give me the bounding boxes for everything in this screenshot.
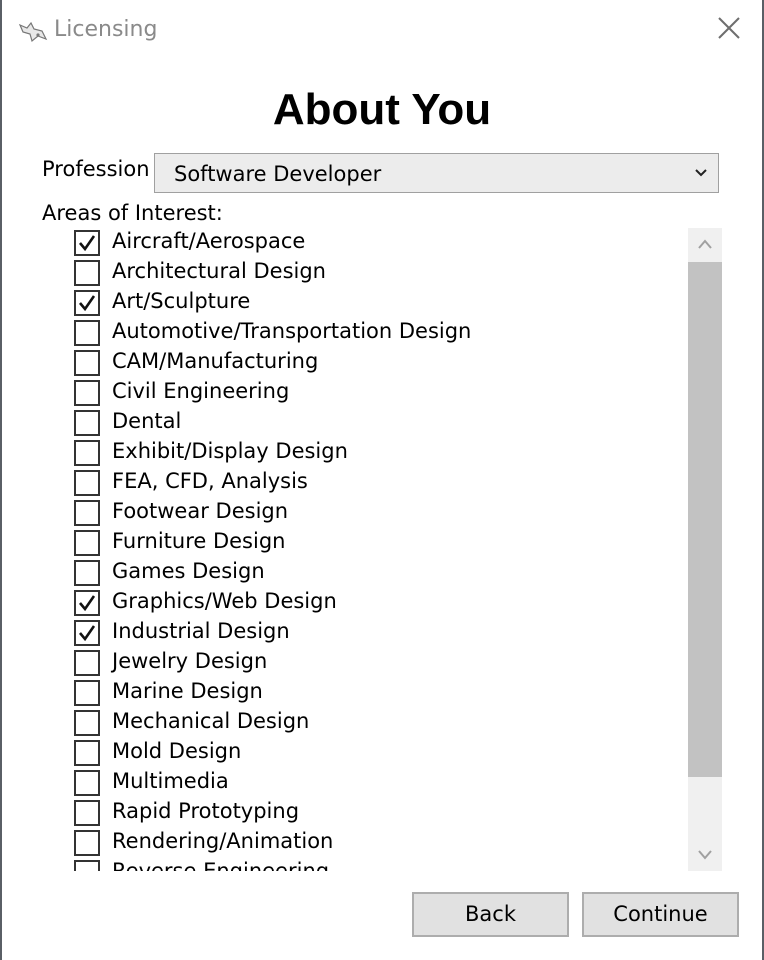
chevron-up-icon: [698, 239, 712, 249]
profession-selected-value: Software Developer: [174, 162, 382, 186]
interest-item[interactable]: Civil Engineering: [70, 378, 670, 408]
continue-button[interactable]: Continue: [582, 892, 739, 937]
interest-checkbox[interactable]: [74, 440, 100, 466]
interest-item[interactable]: Rendering/Animation: [70, 828, 670, 858]
scroll-down-button[interactable]: [688, 839, 722, 871]
scroll-up-button[interactable]: [688, 228, 722, 260]
interest-item[interactable]: Graphics/Web Design: [70, 588, 670, 618]
interest-item[interactable]: Footwear Design: [70, 498, 670, 528]
interest-item[interactable]: Multimedia: [70, 768, 670, 798]
interest-item[interactable]: Automotive/Transportation Design: [70, 318, 670, 348]
interest-item[interactable]: Aircraft/Aerospace: [70, 228, 670, 258]
interest-checkbox[interactable]: [74, 830, 100, 856]
interest-item-label: Dental: [112, 409, 182, 433]
interest-list[interactable]: Aircraft/Aerospace Architectural Design Ar…: [70, 228, 687, 871]
close-button[interactable]: [716, 15, 742, 41]
profession-label: Profession: [42, 157, 150, 181]
interest-checkbox[interactable]: [74, 710, 100, 736]
interest-item[interactable]: Mold Design: [70, 738, 670, 768]
interest-item-label: Industrial Design: [112, 619, 290, 643]
interest-item[interactable]: Exhibit/Display Design: [70, 438, 670, 468]
profession-select[interactable]: Software Developer: [154, 153, 719, 193]
chevron-down-icon: [695, 169, 707, 177]
interest-checkbox[interactable]: [74, 650, 100, 676]
window-border-left: [0, 0, 2, 960]
interest-checkbox[interactable]: [74, 740, 100, 766]
interest-item[interactable]: Mechanical Design: [70, 708, 670, 738]
interest-item-label: Rapid Prototyping: [112, 799, 300, 823]
interest-item[interactable]: Art/Sculpture: [70, 288, 670, 318]
interest-item[interactable]: Industrial Design: [70, 618, 670, 648]
app-icon: [18, 19, 48, 45]
interest-item[interactable]: FEA, CFD, Analysis: [70, 468, 670, 498]
interest-checkbox[interactable]: [74, 320, 100, 346]
interest-item-label: Aircraft/Aerospace: [112, 229, 306, 253]
interest-item-label: Civil Engineering: [112, 379, 290, 403]
interest-checkbox[interactable]: [74, 350, 100, 376]
interest-checkbox[interactable]: [74, 230, 100, 256]
interest-item[interactable]: Architectural Design: [70, 258, 670, 288]
scroll-thumb[interactable]: [688, 262, 722, 777]
checkmark-icon: [79, 295, 96, 312]
interest-item[interactable]: Games Design: [70, 558, 670, 588]
interest-checkbox[interactable]: [74, 530, 100, 556]
back-button[interactable]: Back: [412, 892, 569, 937]
interest-item-label: Furniture Design: [112, 529, 286, 553]
checkmark-icon: [79, 595, 96, 612]
interest-item[interactable]: Rapid Prototyping: [70, 798, 670, 828]
title-bar: Licensing: [2, 0, 762, 62]
close-icon: [718, 17, 740, 39]
interest-item[interactable]: Dental: [70, 408, 670, 438]
interest-checkbox[interactable]: [74, 680, 100, 706]
page-title: About You: [272, 85, 492, 134]
chevron-down-icon: [698, 850, 712, 860]
interest-item-label: Footwear Design: [112, 499, 289, 523]
interest-checkbox[interactable]: [74, 380, 100, 406]
interest-checkbox[interactable]: [74, 590, 100, 616]
interest-item-label: Mechanical Design: [112, 709, 310, 733]
window-title: Licensing: [54, 17, 158, 42]
interest-item-label: Graphics/Web Design: [112, 589, 337, 613]
interest-checkbox[interactable]: [74, 500, 100, 526]
interest-item[interactable]: CAM/Manufacturing: [70, 348, 670, 378]
interest-item-label: FEA, CFD, Analysis: [112, 469, 308, 493]
interest-item-label: Art/Sculpture: [112, 289, 251, 313]
interest-list-scrollbar[interactable]: [688, 228, 722, 871]
areas-of-interest-label: Areas of Interest:: [42, 201, 223, 225]
interest-item-label: Rendering/Animation: [112, 829, 334, 853]
interest-checkbox[interactable]: [74, 800, 100, 826]
checkmark-icon: [79, 235, 96, 252]
interest-checkbox[interactable]: [74, 290, 100, 316]
interest-item-label: CAM/Manufacturing: [112, 349, 319, 373]
interest-checkbox[interactable]: [74, 860, 100, 871]
checkmark-icon: [79, 625, 96, 642]
interest-item[interactable]: Reverse Engineering: [70, 858, 670, 871]
interest-checkbox[interactable]: [74, 770, 100, 796]
interest-checkbox[interactable]: [74, 560, 100, 586]
interest-checkbox[interactable]: [74, 470, 100, 496]
interest-item-label: Jewelry Design: [112, 649, 268, 673]
interest-item-label: Exhibit/Display Design: [112, 439, 348, 463]
interest-checkbox[interactable]: [74, 410, 100, 436]
interest-item-label: Reverse Engineering: [112, 859, 330, 871]
interest-item-label: Marine Design: [112, 679, 263, 703]
interest-item[interactable]: Marine Design: [70, 678, 670, 708]
interest-item[interactable]: Jewelry Design: [70, 648, 670, 678]
interest-item-label: Automotive/Transportation Design: [112, 319, 472, 343]
interest-item-label: Multimedia: [112, 769, 229, 793]
interest-item-label: Games Design: [112, 559, 265, 583]
interest-checkbox[interactable]: [74, 260, 100, 286]
interest-checkbox[interactable]: [74, 620, 100, 646]
interest-item[interactable]: Furniture Design: [70, 528, 670, 558]
interest-item-label: Architectural Design: [112, 259, 326, 283]
interest-item-label: Mold Design: [112, 739, 242, 763]
